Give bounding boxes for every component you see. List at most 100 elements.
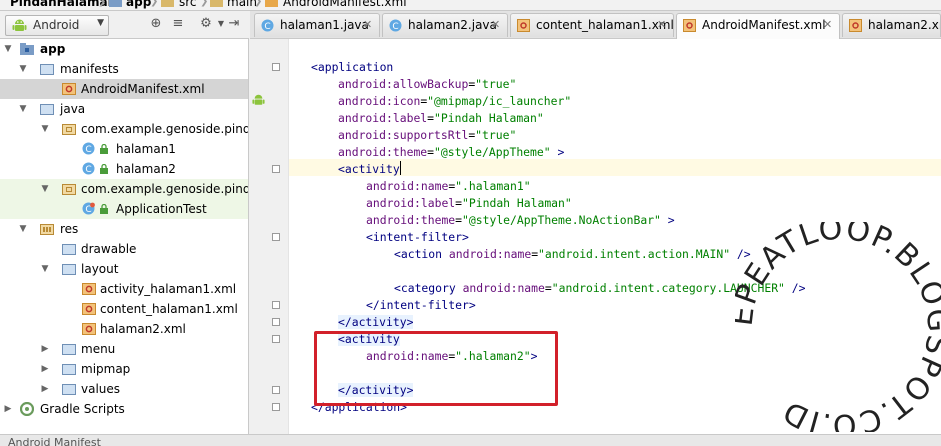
tree-item-androidmanifest[interactable]: AndroidManifest.xml [0, 79, 248, 99]
tree-item-layout[interactable]: ▼ layout [0, 259, 248, 279]
expand-arrow-icon[interactable]: ▶ [40, 359, 50, 379]
tree-item-label: app [40, 42, 66, 56]
fold-icon[interactable] [272, 403, 280, 411]
tree-item-values[interactable]: ▶ values [0, 379, 248, 399]
tree-item-app[interactable]: ▼ app [0, 39, 248, 59]
svg-text:REPEATLOOP.BLOGSPOT.CO.ID: REPEATLOOP.BLOGSPOT.CO.ID [735, 222, 941, 432]
breadcrumb-separator-icon: ❯ [150, 0, 159, 7]
code-line: android:label="Pindah Halaman" [338, 111, 544, 125]
lock-icon [100, 164, 108, 174]
expand-arrow-icon[interactable]: ▼ [40, 119, 50, 139]
folder-icon [62, 264, 76, 275]
watermark-text: REPEATLOOP.BLOGSPOT.CO.ID [735, 222, 941, 432]
tree-item-applicationtest[interactable]: C ApplicationTest [0, 199, 248, 219]
expand-arrow-icon[interactable]: ▼ [40, 259, 50, 279]
fold-icon[interactable] [272, 301, 280, 309]
lock-icon [100, 144, 108, 154]
expand-arrow-icon[interactable]: ▶ [40, 339, 50, 359]
xml-file-icon [849, 19, 862, 32]
tab-label: halaman1.java [280, 18, 369, 32]
chevron-down-icon: ▼ [97, 18, 104, 28]
tree-item-mipmap[interactable]: ▶ mipmap [0, 359, 248, 379]
tab-content-halaman1-xml[interactable]: content_halaman1.xml ✕ [510, 13, 674, 37]
close-icon[interactable]: ✕ [823, 14, 832, 36]
tree-item-drawable[interactable]: drawable [0, 239, 248, 259]
android-icon [12, 19, 27, 31]
tab-halaman1-java[interactable]: C halaman1.java ✕ [254, 13, 380, 37]
package-icon [62, 184, 76, 195]
tree-item-label: ApplicationTest [116, 202, 207, 216]
code-line: android:icon="@mipmap/ic_launcher" [338, 94, 572, 108]
tree-item-label: drawable [81, 242, 137, 256]
tab-androidmanifest-xml[interactable]: AndroidManifest.xml ✕ [676, 13, 840, 39]
tab-label: content_halaman1.xml [536, 18, 674, 32]
svg-text:C: C [85, 145, 91, 155]
tree-item-activity-halaman1-xml[interactable]: activity_halaman1.xml [0, 279, 248, 299]
tree-item-halaman1[interactable]: C halaman1 [0, 139, 248, 159]
folder-icon [62, 344, 76, 355]
tab-halaman2-java[interactable]: C halaman2.java ✕ [382, 13, 508, 37]
hide-panel-icon[interactable]: ⇥ [226, 16, 242, 32]
tree-item-res[interactable]: ▼ res [0, 219, 248, 239]
breadcrumb-module[interactable]: app [126, 0, 151, 9]
tree-item-package-main[interactable]: ▼ com.example.genoside.pindahh [0, 119, 248, 139]
tree-item-package-test[interactable]: ▼ com.example.genoside.pindahh [0, 179, 248, 199]
close-icon[interactable]: ✕ [657, 14, 666, 36]
tree-item-label: AndroidManifest.xml [81, 82, 205, 96]
folder-icon [62, 384, 76, 395]
tree-item-content-halaman1-xml[interactable]: content_halaman1.xml [0, 299, 248, 319]
tab-halaman2-xml[interactable]: halaman2.xm [842, 13, 941, 37]
expand-arrow-icon[interactable]: ▼ [18, 219, 28, 239]
code-line: android:name=".halaman1" [366, 179, 531, 193]
breadcrumb: PindahHalaman ❯ app ❯ src ❯ main ❯ Andro… [0, 0, 941, 11]
expand-arrow-icon[interactable]: ▼ [18, 99, 28, 119]
fold-icon[interactable] [272, 335, 280, 343]
breadcrumb-separator-icon: ❯ [200, 0, 209, 7]
xml-file-icon [265, 0, 278, 7]
tree-item-label: res [60, 222, 79, 236]
code-line: android:theme="@style/AppTheme" > [338, 145, 565, 159]
close-icon[interactable]: ✕ [363, 14, 372, 36]
xml-file-icon [82, 303, 96, 315]
test-class-icon: C [82, 202, 95, 215]
expand-arrow-icon[interactable]: ▼ [40, 179, 50, 199]
project-view-select[interactable]: Android ▼ [5, 15, 109, 36]
tree-item-manifests[interactable]: ▼ manifests [0, 59, 248, 79]
close-icon[interactable]: ✕ [491, 14, 500, 36]
target-icon[interactable]: ⊕ [148, 16, 164, 32]
code-line: </intent-filter> [366, 298, 476, 312]
breadcrumb-main[interactable]: main [227, 0, 257, 9]
fold-icon[interactable] [272, 386, 280, 394]
folder-icon [62, 244, 76, 255]
expand-arrow-icon[interactable]: ▼ [3, 39, 13, 59]
tree-item-menu[interactable]: ▶ menu [0, 339, 248, 359]
editor-gutter [250, 39, 289, 434]
expand-arrow-icon[interactable]: ▼ [18, 59, 28, 79]
java-class-icon: C [389, 19, 402, 32]
tab-label: AndroidManifest.xml [702, 18, 826, 32]
tree-item-halaman2-xml[interactable]: halaman2.xml [0, 319, 248, 339]
gear-icon[interactable]: ⚙ [198, 16, 214, 32]
tree-item-halaman2[interactable]: C halaman2 [0, 159, 248, 179]
fold-icon[interactable] [272, 233, 280, 241]
svg-text:C: C [85, 165, 91, 175]
module-folder-icon [20, 43, 34, 55]
project-tree: ▼ app ▼ manifests AndroidManifest.xml ▼ … [0, 39, 249, 434]
tree-item-gradle-scripts[interactable]: ▶ Gradle Scripts [0, 399, 248, 419]
fold-icon[interactable] [272, 165, 280, 173]
expand-arrow-icon[interactable]: ▶ [3, 399, 13, 419]
breadcrumb-src[interactable]: src [179, 0, 197, 9]
xml-file-icon [62, 83, 76, 95]
resource-folder-icon [40, 224, 54, 235]
status-bar: Android Manifest [0, 434, 941, 446]
highlight-annotation-box [314, 331, 558, 406]
fold-icon[interactable] [272, 318, 280, 326]
tree-item-java[interactable]: ▼ java [0, 99, 248, 119]
android-icon[interactable] [252, 93, 265, 106]
breadcrumb-separator-icon: ❯ [254, 0, 263, 7]
expand-arrow-icon[interactable]: ▶ [40, 379, 50, 399]
editor-tabs: C halaman1.java ✕ C halaman2.java ✕ cont… [250, 11, 941, 39]
breadcrumb-file[interactable]: AndroidManifest.xml [283, 0, 407, 9]
collapse-all-icon[interactable]: ≡ [170, 16, 186, 32]
fold-icon[interactable] [272, 63, 280, 71]
